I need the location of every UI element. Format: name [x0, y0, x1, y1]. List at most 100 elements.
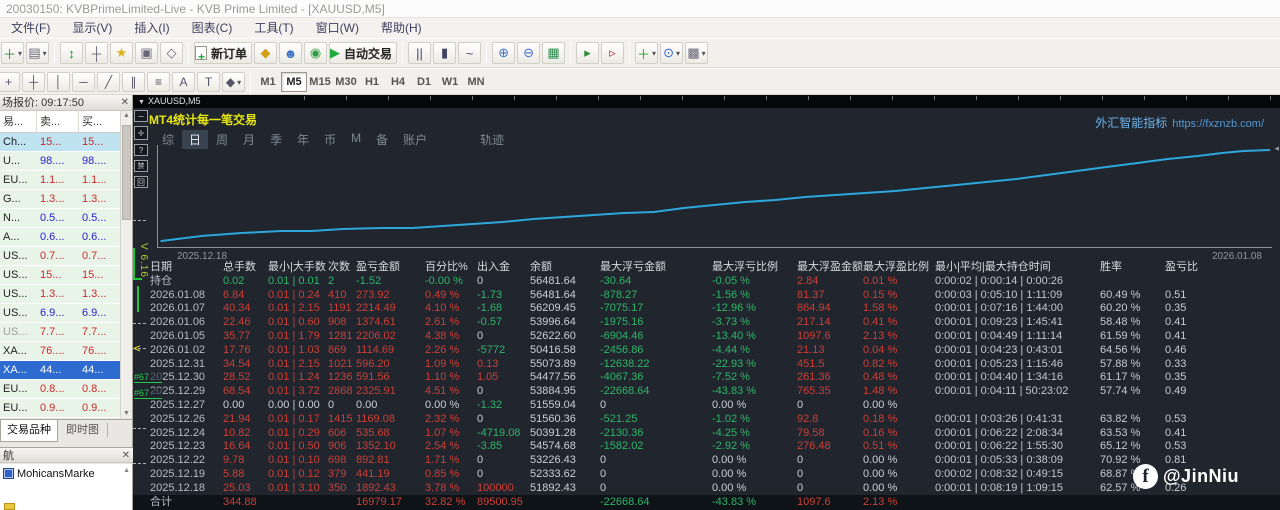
timeframe-h4[interactable]: H4	[385, 72, 411, 92]
cursor-button[interactable]: +	[0, 72, 20, 92]
menu-item-4[interactable]: 工具(T)	[243, 18, 304, 38]
period-tab-账户[interactable]: 账户	[396, 130, 434, 149]
signals-button[interactable]: ◉	[304, 42, 328, 64]
brand-url[interactable]: https://fxznzb.com/	[1172, 118, 1264, 130]
market-watch-row[interactable]: G... 1.3... 1.3...	[0, 190, 121, 209]
navigator-button[interactable]: ★	[110, 42, 133, 64]
timeframe-h1[interactable]: H1	[359, 72, 385, 92]
text-label-button[interactable]: T	[197, 72, 220, 92]
period-tab-币[interactable]: 币	[317, 130, 343, 149]
periods-button[interactable]: ⊙ ▾	[660, 42, 684, 64]
close-icon[interactable]: ✕	[122, 448, 130, 464]
indicators-button[interactable]: ＋ ▾	[635, 42, 659, 64]
menu-item-1[interactable]: 显示(V)	[61, 18, 123, 38]
timeframe-m5[interactable]: M5	[281, 72, 307, 92]
timeframe-m15[interactable]: M15	[307, 72, 333, 92]
trendline-button[interactable]: ╱	[97, 72, 120, 92]
scroll-up-icon[interactable]: ▲	[123, 467, 130, 474]
disable-icon[interactable]: 禁	[134, 160, 148, 172]
period-tab-备[interactable]: 备	[369, 130, 395, 149]
move-icon[interactable]: ✛	[134, 126, 148, 140]
chevron-down-icon[interactable]: ▾	[237, 78, 241, 87]
text-button[interactable]: A	[172, 72, 195, 92]
shapes-button[interactable]: ◆ ▾	[222, 72, 245, 92]
period-tab-年[interactable]: 年	[290, 130, 316, 149]
menu-item-2[interactable]: 插入(I)	[123, 18, 180, 38]
market-watch-row[interactable]: XA... 44... 44...	[0, 361, 121, 380]
market-watch-row[interactable]: Ch... 15... 15...	[0, 133, 121, 152]
chevron-down-icon[interactable]: ▾	[652, 49, 656, 58]
navigator-item[interactable]: MohicansMarke	[0, 464, 132, 480]
tile-windows-button[interactable]: ▦	[542, 42, 566, 64]
profiles-button[interactable]: ▤ ▾	[26, 42, 49, 64]
period-tab-周[interactable]: 周	[209, 130, 235, 149]
scroll-up-icon[interactable]: ▲	[123, 112, 130, 119]
new-chart-button[interactable]: ＋ ▾	[1, 42, 24, 64]
timeframe-m1[interactable]: M1	[255, 72, 281, 92]
auto-scroll-button[interactable]: ▸	[576, 42, 600, 64]
period-tab-日[interactable]: 日	[182, 130, 209, 149]
column-bid[interactable]: 卖...	[37, 111, 79, 132]
fibonacci-button[interactable]: ≡	[147, 72, 170, 92]
menu-item-0[interactable]: 文件(F)	[0, 18, 61, 38]
candlestick-chart-button[interactable]: ▮	[433, 42, 457, 64]
market-watch-row[interactable]: EU... 1.1... 1.1...	[0, 171, 121, 190]
terminal-button[interactable]: ▣	[135, 42, 158, 64]
market-watch-row[interactable]: US... 1.3... 1.3...	[0, 285, 121, 304]
help-icon[interactable]: ?	[134, 144, 148, 156]
market-watch-row[interactable]: US... 7.7... 7.7...	[0, 323, 121, 342]
copy-window-icon[interactable]: 回	[134, 176, 148, 188]
metaeditor-button[interactable]: ◆	[254, 42, 278, 64]
market-watch-row[interactable]: US... 6.9... 6.9...	[0, 304, 121, 323]
timeframe-m30[interactable]: M30	[333, 72, 359, 92]
chevron-down-icon[interactable]: ▾	[702, 49, 706, 58]
chart-shift-button[interactable]: ▹	[601, 42, 625, 64]
chevron-down-icon[interactable]: ▾	[676, 49, 680, 58]
market-watch-row[interactable]: US... 15... 15...	[0, 266, 121, 285]
autotrading-button[interactable]: ▶ 自动交易	[329, 42, 398, 64]
market-watch-row[interactable]: EU... 0.8... 0.8...	[0, 380, 121, 399]
tab-symbols[interactable]: 交易品种	[0, 420, 58, 442]
market-watch-button[interactable]: ↕	[60, 42, 83, 64]
market-watch-scrollbar[interactable]: ▲ ▼	[120, 111, 132, 418]
templates-button[interactable]: ▩ ▾	[685, 42, 709, 64]
timeframe-d1[interactable]: D1	[411, 72, 437, 92]
market-watch-row[interactable]: US... 0.7... 0.7...	[0, 247, 121, 266]
line-chart-button[interactable]: ~	[458, 42, 482, 64]
mql-community-button[interactable]: ☻	[279, 42, 303, 64]
chart-window[interactable]: ▼ XAUUSD,M5 ─ ✛ ? 禁 回 V 6.16 < #67 #67 MT…	[133, 95, 1280, 510]
data-window-button[interactable]: ┼	[85, 42, 108, 64]
scroll-down-icon[interactable]: ▼	[123, 410, 130, 417]
scroll-thumb[interactable]	[122, 125, 131, 220]
horizontal-line-button[interactable]: ─	[72, 72, 95, 92]
menu-item-5[interactable]: 窗口(W)	[305, 18, 370, 38]
column-symbol[interactable]: 易...	[0, 111, 37, 132]
menu-item-6[interactable]: 帮助(H)	[370, 18, 433, 38]
market-watch-row[interactable]: EU... 0.9... 0.9...	[0, 399, 121, 418]
minimize-icon[interactable]: ─	[134, 110, 148, 122]
zoom-out-button[interactable]: ⊖	[517, 42, 541, 64]
menu-item-3[interactable]: 图表(C)	[181, 18, 244, 38]
timeframe-w1[interactable]: W1	[437, 72, 463, 92]
market-watch-row[interactable]: N... 0.5... 0.5...	[0, 209, 121, 228]
period-tab-M[interactable]: M	[344, 130, 368, 149]
channel-button[interactable]: ∥	[122, 72, 145, 92]
strategy-tester-button[interactable]: ◇	[160, 42, 183, 64]
chevron-down-icon[interactable]: ▼	[138, 99, 145, 106]
period-tab-季[interactable]: 季	[263, 130, 289, 149]
crosshair-button[interactable]: ┼	[22, 72, 45, 92]
column-ask[interactable]: 买...	[79, 111, 121, 132]
chevron-down-icon[interactable]: ▾	[18, 49, 22, 58]
timeframe-mn[interactable]: MN	[463, 72, 489, 92]
zoom-in-button[interactable]: ⊕	[492, 42, 516, 64]
new-order-button[interactable]: + 新订单	[194, 42, 253, 64]
bar-chart-button[interactable]: ||	[408, 42, 432, 64]
market-watch-row[interactable]: XA... 76.... 76....	[0, 342, 121, 361]
vertical-line-button[interactable]: │	[47, 72, 70, 92]
period-tab-综[interactable]: 综	[155, 130, 181, 149]
chevron-down-icon[interactable]: ▾	[43, 49, 47, 58]
close-icon[interactable]: ✕	[121, 95, 129, 110]
market-watch-row[interactable]: U... 98.... 98....	[0, 152, 121, 171]
period-tab-trail[interactable]: 轨迹	[473, 130, 511, 149]
period-tab-月[interactable]: 月	[236, 130, 262, 149]
